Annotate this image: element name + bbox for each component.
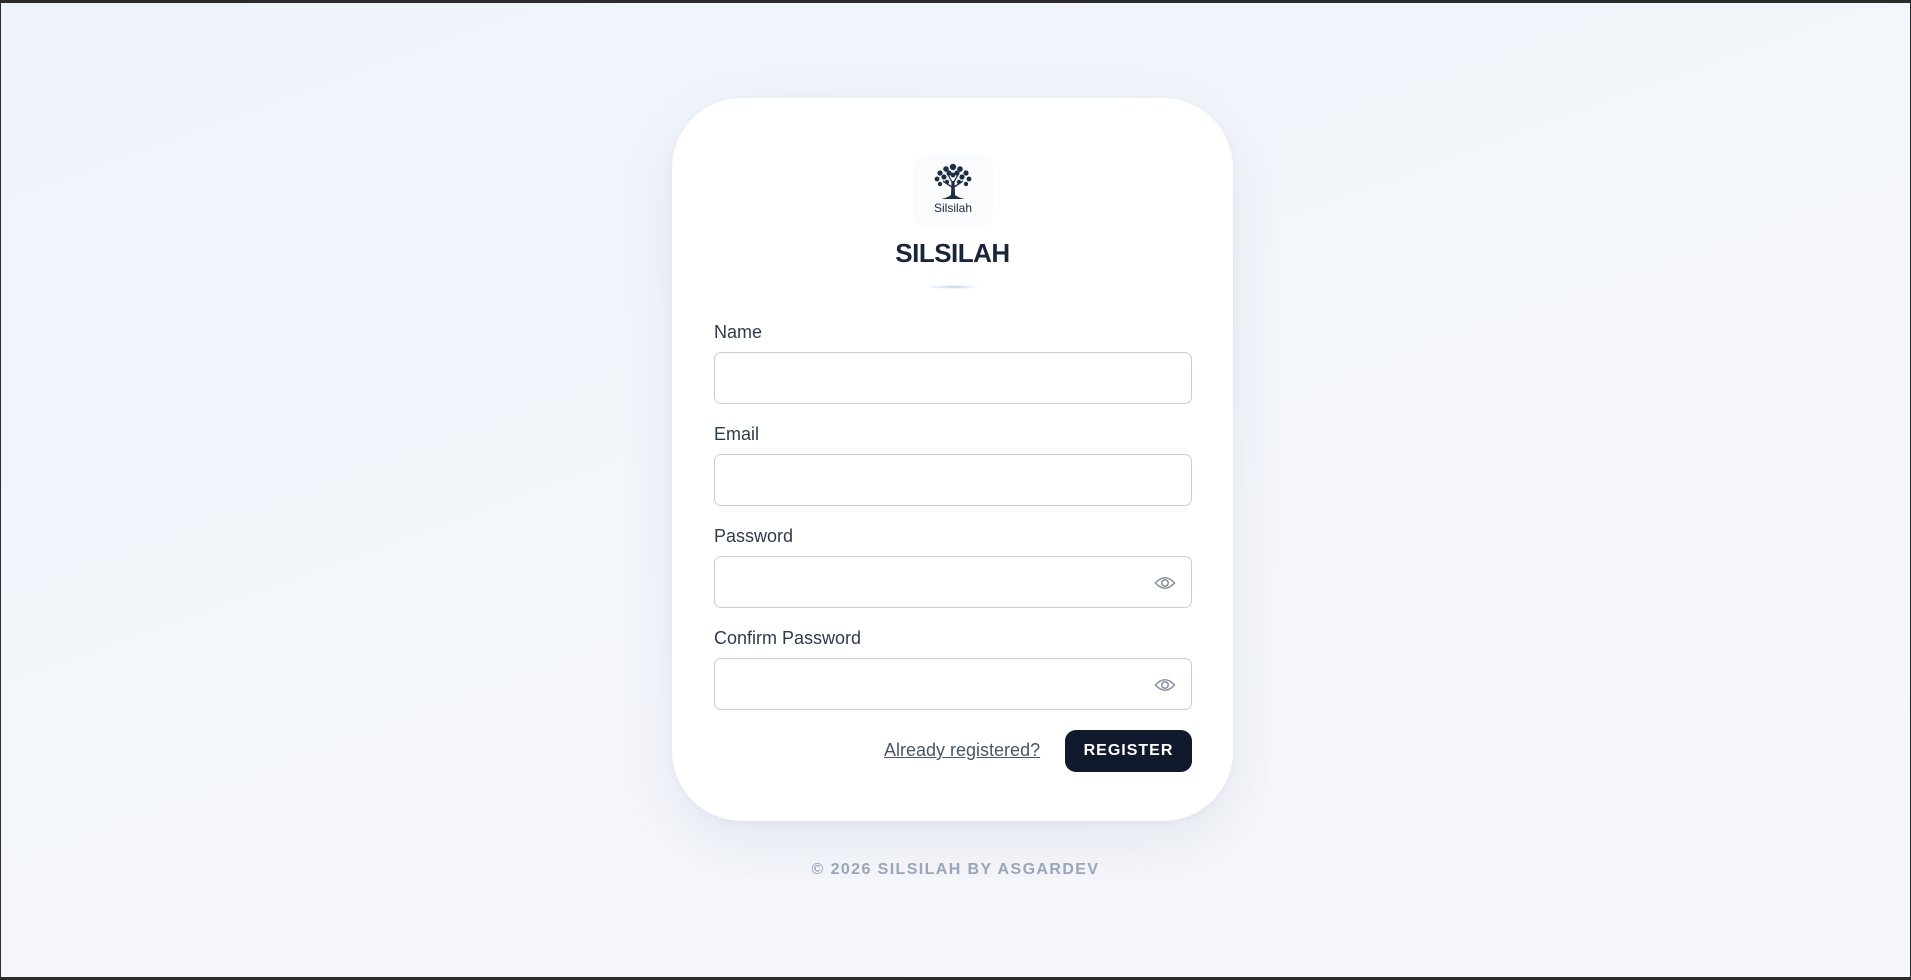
confirm-password-input[interactable] bbox=[715, 659, 1191, 709]
register-button[interactable]: REGISTER bbox=[1065, 730, 1192, 772]
eye-icon[interactable] bbox=[1153, 673, 1177, 697]
email-field-wrapper bbox=[714, 454, 1192, 506]
tree-icon bbox=[934, 163, 972, 199]
password-input[interactable] bbox=[715, 557, 1191, 607]
email-label: Email bbox=[714, 424, 760, 444]
brand-title: SILSILAH bbox=[895, 238, 1010, 268]
confirm-password-field-wrapper bbox=[714, 658, 1192, 710]
register-card: Silsilah SILSILAH Name Email Password Co… bbox=[672, 98, 1233, 821]
logo-text: Silsilah bbox=[933, 201, 972, 215]
email-input[interactable] bbox=[715, 455, 1191, 505]
name-input[interactable] bbox=[715, 353, 1191, 403]
already-registered-link[interactable]: Already registered? bbox=[884, 740, 1040, 761]
password-field-wrapper bbox=[714, 556, 1192, 608]
brand-underline bbox=[927, 285, 979, 289]
name-label: Name bbox=[714, 322, 763, 342]
logo: Silsilah bbox=[913, 155, 993, 227]
eye-icon[interactable] bbox=[1153, 571, 1177, 595]
footer-copyright: © 2026 SILSILAH BY ASGARDEV bbox=[811, 861, 1100, 878]
password-label: Password bbox=[714, 526, 794, 546]
name-field-wrapper bbox=[714, 352, 1192, 404]
page-background: Silsilah SILSILAH Name Email Password Co… bbox=[1, 3, 1910, 977]
confirm-password-label: Confirm Password bbox=[714, 628, 862, 648]
